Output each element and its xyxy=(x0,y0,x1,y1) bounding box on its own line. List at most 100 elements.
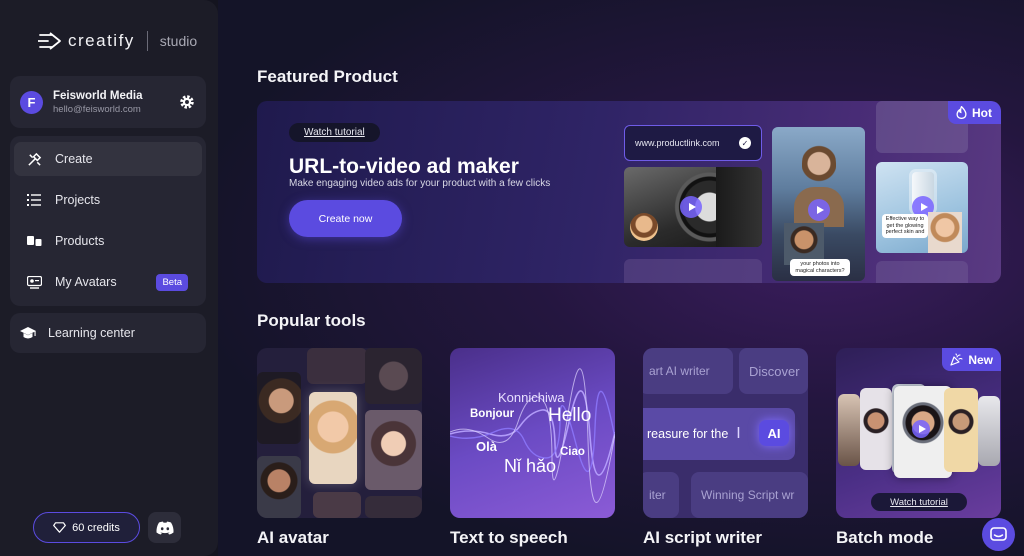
tts-word: Hello xyxy=(548,405,592,426)
tool-label: AI avatar xyxy=(257,528,329,547)
script-pill: Discover xyxy=(739,348,808,394)
avatar-card-icon xyxy=(26,274,42,290)
party-popper-icon xyxy=(950,353,963,366)
tts-word: Bonjour xyxy=(470,408,515,420)
product-url-field: www.productlink.com ✓ xyxy=(624,125,762,161)
learning-center-label: Learning center xyxy=(48,326,135,340)
nav-item-label: Projects xyxy=(55,193,101,207)
products-icon xyxy=(26,233,42,249)
tool-label: Batch mode xyxy=(836,528,934,547)
account-card[interactable]: F Feisworld Media hello@feisworld.com xyxy=(10,76,206,128)
product-url: www.productlink.com xyxy=(635,138,720,148)
play-icon xyxy=(808,199,830,221)
watch-video-thumbnail[interactable] xyxy=(624,167,762,247)
featured-subtitle: Make engaging video ads for your product… xyxy=(289,178,551,189)
new-badge: New xyxy=(942,348,1001,371)
sound-wave xyxy=(450,368,615,503)
presenter-face xyxy=(928,212,962,253)
discord-button[interactable] xyxy=(148,512,181,543)
chat-icon xyxy=(990,526,1007,541)
nav-item-label: Products xyxy=(55,234,105,248)
play-icon xyxy=(912,420,930,438)
script-pill: iter xyxy=(643,472,679,518)
tools-icon xyxy=(26,151,42,167)
faded-thumbnail xyxy=(876,261,968,283)
batch-thumbnail xyxy=(838,394,860,466)
nav-item-projects[interactable]: Projects xyxy=(14,183,202,217)
flame-icon xyxy=(956,106,967,119)
learning-center-button[interactable]: Learning center xyxy=(10,313,206,353)
script-input-text: reasure for the xyxy=(647,427,729,441)
faded-thumbnail xyxy=(624,259,762,283)
tool-card-ai-script-writer[interactable]: art AI writer Discover reasure for the I… xyxy=(643,348,808,518)
chat-support-button[interactable] xyxy=(982,518,1015,551)
avatar-face-thumbnail xyxy=(307,348,367,384)
avatar-face-thumbnail xyxy=(365,348,422,404)
diamond-icon xyxy=(53,522,67,533)
discord-icon xyxy=(155,521,174,534)
character-video-thumbnail[interactable]: your photos into magical characters? xyxy=(772,127,865,281)
account-email: hello@feisworld.com xyxy=(53,103,141,115)
batch-thumbnail xyxy=(978,396,1000,466)
hot-badge-label: Hot xyxy=(972,105,992,120)
logo-divider xyxy=(146,31,148,51)
watch-tutorial-button[interactable]: Watch tutorial xyxy=(289,123,380,142)
nav-item-products[interactable]: Products xyxy=(14,224,202,258)
credits-button[interactable]: 60 credits xyxy=(33,512,140,543)
nav-item-my-avatars[interactable]: My Avatars Beta xyxy=(14,265,202,299)
tts-word: Olà xyxy=(476,439,497,454)
script-pill: art AI writer xyxy=(643,348,733,394)
beta-badge: Beta xyxy=(156,273,188,291)
featured-product-card[interactable]: Watch tutorial URL-to-video ad maker Mak… xyxy=(257,101,1001,283)
brand-name: creatify xyxy=(68,31,135,50)
tool-label: Text to speech xyxy=(450,528,568,547)
ai-chip: AI xyxy=(759,420,789,446)
avatar-face-thumbnail xyxy=(309,392,357,484)
tts-word: Konnichiwa xyxy=(498,390,565,405)
avatar-face-thumbnail xyxy=(257,456,301,518)
nav-item-label: Create xyxy=(55,152,93,166)
nav-item-create[interactable]: Create xyxy=(14,142,202,176)
watch-strap xyxy=(716,167,762,247)
tool-card-text-to-speech[interactable]: Konnichiwa Bonjour Hello Olà Ciao Nǐ hǎo xyxy=(450,348,615,518)
play-icon xyxy=(680,196,702,218)
text-cursor-icon: I xyxy=(736,425,741,442)
graduation-cap-icon xyxy=(20,327,36,339)
new-badge-label: New xyxy=(968,352,993,367)
sidebar: creatify studio F Feisworld Media hello@… xyxy=(0,0,218,556)
avatar: F xyxy=(20,90,43,114)
avatar-face-thumbnail xyxy=(365,410,422,490)
tts-word: Ciao xyxy=(560,446,585,458)
tool-label: AI script writer xyxy=(643,528,763,547)
hot-badge: Hot xyxy=(948,101,1001,124)
brand-product: studio xyxy=(159,33,198,49)
account-name: Feisworld Media xyxy=(53,89,143,102)
main-nav: Create Projects Products My Avatars Beta xyxy=(10,136,206,306)
video-caption: Effective way to get the glowing perfect… xyxy=(882,214,928,238)
featured-title: URL-to-video ad maker xyxy=(289,155,519,178)
logo[interactable]: creatify studio xyxy=(38,30,197,52)
presenter-face xyxy=(630,213,658,241)
video-caption: your photos into magical characters? xyxy=(790,259,850,277)
gear-icon[interactable] xyxy=(178,93,196,111)
featured-section-title: Featured Product xyxy=(257,67,398,86)
skincare-video-thumbnail[interactable]: Effective way to get the glowing perfect… xyxy=(876,162,968,253)
create-now-button[interactable]: Create now xyxy=(289,200,402,237)
character-figure xyxy=(802,141,836,191)
account-info: Feisworld Media hello@feisworld.com xyxy=(53,90,178,115)
watch-tutorial-button[interactable]: Watch tutorial xyxy=(871,493,967,511)
check-icon: ✓ xyxy=(739,137,751,149)
popular-section-title: Popular tools xyxy=(257,311,366,330)
credits-label: 60 credits xyxy=(72,521,120,534)
tts-word: Nǐ hǎo xyxy=(504,456,557,476)
avatar-face-thumbnail xyxy=(257,372,301,444)
batch-thumbnail xyxy=(860,388,892,470)
batch-thumbnail xyxy=(944,388,978,472)
main-content: Featured Product Watch tutorial URL-to-v… xyxy=(218,0,1024,556)
tool-card-ai-avatar[interactable] xyxy=(257,348,422,518)
avatar-face-thumbnail xyxy=(313,492,361,518)
tool-card-batch-mode[interactable]: Watch tutorial New xyxy=(836,348,1001,518)
avatar-face-thumbnail xyxy=(365,496,422,518)
script-pill: Winning Script wr xyxy=(691,472,808,518)
creatify-logo-icon xyxy=(38,32,61,50)
